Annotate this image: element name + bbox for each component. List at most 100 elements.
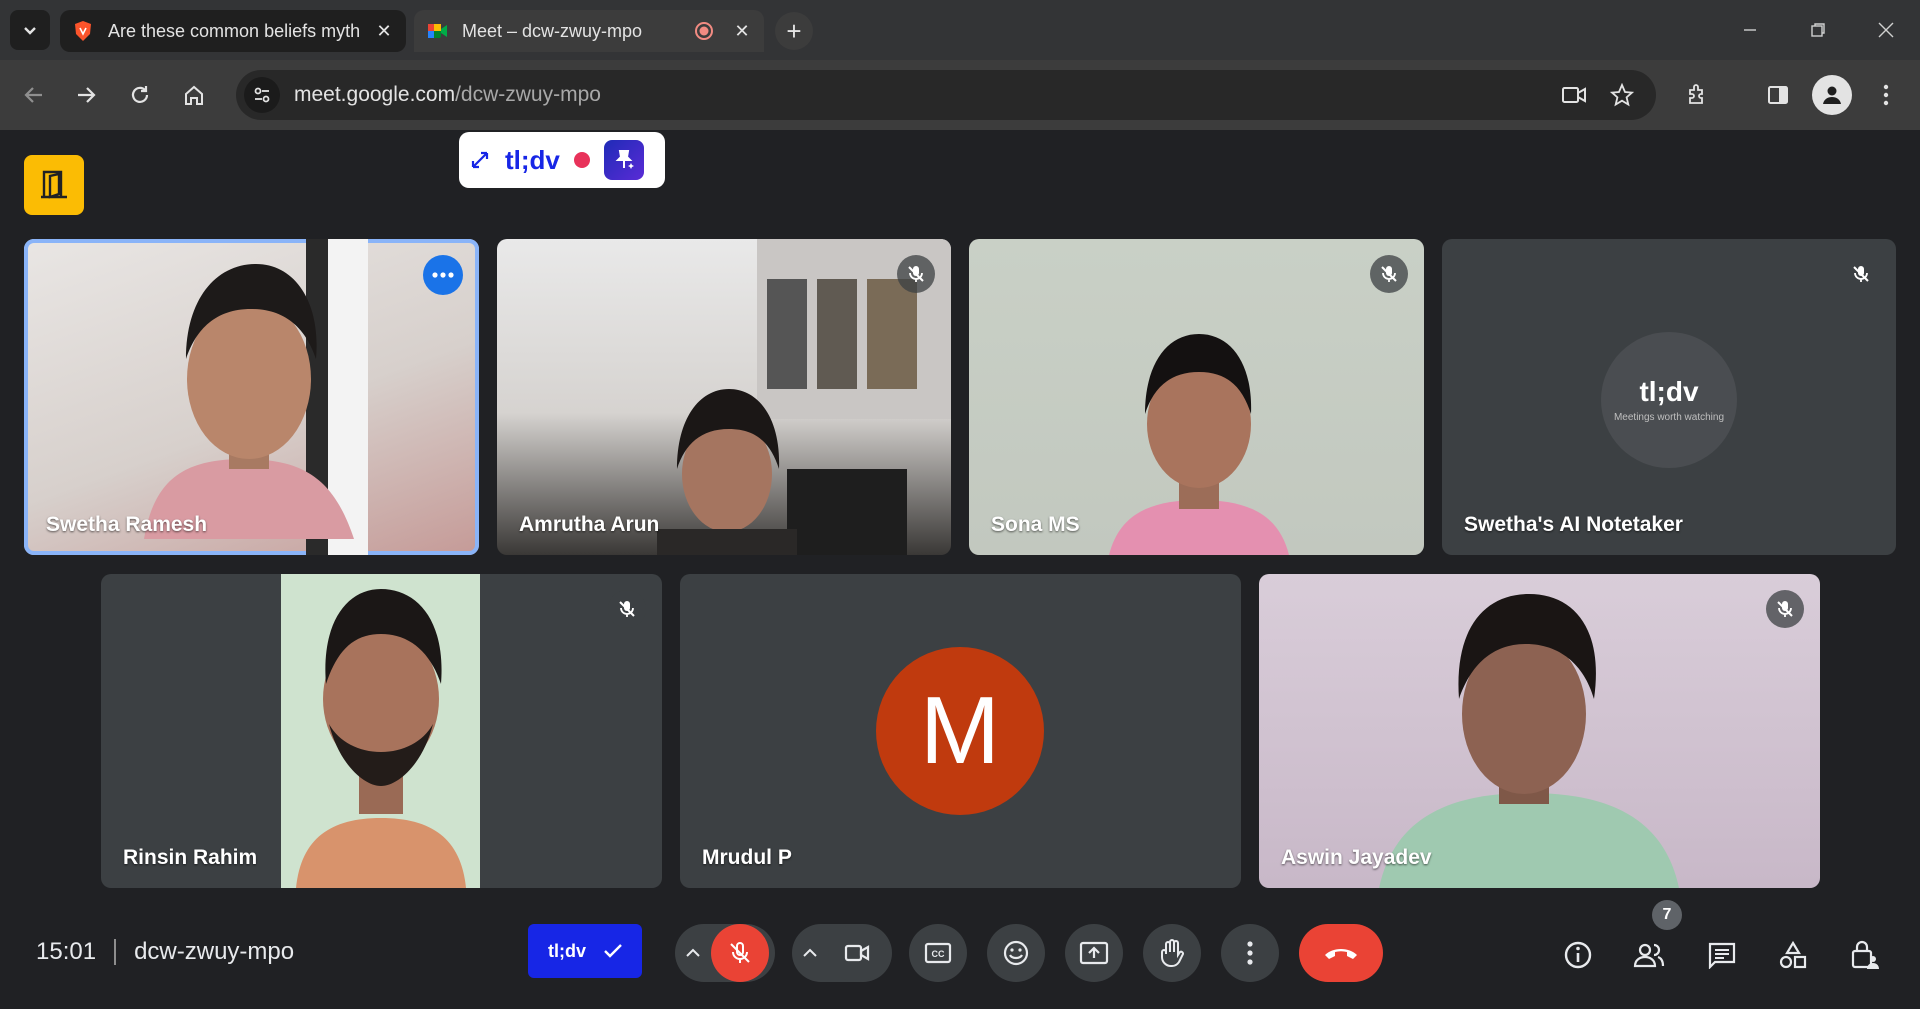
camera-in-use-button[interactable] [1554, 75, 1594, 115]
host-controls-button[interactable] [1840, 930, 1890, 980]
google-meet-icon [428, 24, 447, 38]
chat-button[interactable] [1697, 930, 1747, 980]
info-icon [1564, 941, 1592, 969]
camera-control [792, 924, 892, 982]
muted-indicator [897, 255, 935, 293]
raise-hand-button[interactable] [1143, 924, 1201, 982]
expand-icon [471, 151, 489, 169]
tldv-recorder-pill[interactable]: tl;dv [459, 132, 665, 188]
leave-call-button[interactable] [1299, 924, 1383, 982]
tab-beliefs-myths[interactable]: Are these common beliefs myth ✕ [60, 10, 406, 52]
avatar: M [876, 647, 1044, 815]
forward-button[interactable] [66, 75, 106, 115]
brave-icon [75, 21, 91, 41]
participant-tile-ai-notetaker[interactable]: tl;dv Meetings worth watching Swetha's A… [1442, 239, 1896, 555]
close-window-button[interactable] [1852, 0, 1920, 60]
bookmark-button[interactable] [1602, 75, 1642, 115]
meet-stage: tl;dv Swetha Ramesh Amrutha Arun Sona MS… [0, 130, 1920, 1009]
present-screen-button[interactable] [1065, 924, 1123, 982]
svg-text:CC: CC [932, 949, 945, 959]
audio-options-button[interactable] [675, 948, 711, 958]
participant-tile-aswin-jayadev[interactable]: Aswin Jayadev [1259, 574, 1820, 888]
tldv-logo: tl;dv [505, 144, 560, 175]
muted-indicator [608, 590, 646, 628]
participant-tile-sona-ms[interactable]: Sona MS [969, 239, 1424, 555]
restore-button[interactable] [1784, 0, 1852, 60]
participant-tile-amrutha-arun[interactable]: Amrutha Arun [497, 239, 951, 555]
clock-time: 15:01 [36, 938, 97, 965]
tldv-button[interactable]: tl;dv [528, 924, 642, 978]
companion-mode-button[interactable] [24, 155, 84, 215]
tab-meet[interactable]: Meet – dcw-zwuy-mpo ✕ [414, 10, 764, 52]
tldv-ai-button[interactable] [603, 140, 644, 180]
home-button[interactable] [174, 75, 214, 115]
menu-button[interactable] [1866, 75, 1906, 115]
url-host: meet.google.com [294, 83, 456, 106]
address-bar[interactable]: meet.google.com/dcw-zwuy-mpo [236, 70, 1656, 120]
avatar-tagline: Meetings worth watching [1613, 412, 1725, 423]
people-button[interactable] [1624, 930, 1674, 980]
chevron-up-icon [686, 948, 700, 957]
tldv-avatar: tl;dv Meetings worth watching [1601, 332, 1737, 468]
participant-tile-swetha-ramesh[interactable]: Swetha Ramesh [24, 239, 479, 555]
microphone-toggle[interactable] [711, 924, 769, 982]
activities-button[interactable] [1768, 930, 1818, 980]
muted-indicator [1766, 590, 1804, 628]
lock-person-icon [1851, 940, 1879, 969]
video-feed [657, 239, 951, 555]
reactions-button[interactable] [987, 924, 1045, 982]
shapes-icon [1779, 940, 1807, 969]
video-feed [281, 574, 480, 888]
mic-control [675, 924, 775, 982]
minimize-button[interactable] [1716, 0, 1784, 60]
hand-icon [1161, 939, 1184, 967]
video-feed [144, 239, 368, 555]
more-vert-icon [1883, 84, 1889, 106]
video-options-button[interactable] [792, 948, 828, 958]
meeting-details: 15:01 dcw-zwuy-mpo [36, 938, 294, 966]
new-tab-button[interactable]: + [775, 12, 813, 50]
tldv-label: tl;dv [548, 940, 586, 961]
meeting-info-button[interactable] [1553, 930, 1603, 980]
closed-captions-icon: CC [924, 942, 952, 964]
mic-off-icon [908, 266, 924, 282]
video-feed [1109, 334, 1289, 555]
arrow-left-icon [24, 87, 42, 103]
chevron-up-icon [803, 948, 817, 957]
site-info-button[interactable] [244, 77, 280, 113]
browser-toolbar: meet.google.com/dcw-zwuy-mpo [0, 60, 1920, 130]
present-icon [1079, 941, 1109, 965]
participant-name: Aswin Jayadev [1281, 846, 1432, 869]
side-panel-icon [1768, 86, 1788, 104]
star-icon [1610, 83, 1634, 107]
recording-icon [695, 22, 713, 40]
participant-name: Amrutha Arun [519, 513, 660, 536]
participant-name: Mrudul P [702, 846, 792, 869]
side-panel-button[interactable] [1758, 75, 1798, 115]
participant-tile-mrudul-p[interactable]: M Mrudul P [680, 574, 1241, 888]
captions-button[interactable]: CC [909, 924, 967, 982]
videocam-icon [1562, 87, 1586, 103]
extensions-button[interactable] [1678, 75, 1718, 115]
camera-toggle[interactable] [828, 924, 886, 982]
minimize-icon [1744, 29, 1756, 31]
muted-indicator [1370, 255, 1408, 293]
profile-button[interactable] [1812, 75, 1852, 115]
url-path: /dcw-zwuy-mpo [455, 83, 601, 106]
restore-icon [1811, 23, 1825, 37]
back-button[interactable] [14, 75, 54, 115]
participant-name: Swetha's AI Notetaker [1464, 513, 1683, 536]
chevron-down-icon [24, 27, 36, 35]
person-icon [1823, 86, 1841, 104]
close-icon[interactable]: ✕ [374, 21, 394, 42]
reload-button[interactable] [120, 75, 160, 115]
tab-search-button[interactable] [10, 10, 50, 50]
emoji-icon [1003, 940, 1029, 966]
people-count-badge: 7 [1652, 900, 1682, 930]
participant-tile-rinsin-rahim[interactable]: Rinsin Rahim [101, 574, 662, 888]
close-icon[interactable]: ✕ [732, 21, 752, 42]
mic-off-icon [1777, 601, 1793, 617]
participant-options-button[interactable] [423, 255, 463, 295]
more-options-button[interactable] [1221, 924, 1279, 982]
participant-name: Rinsin Rahim [123, 846, 258, 869]
